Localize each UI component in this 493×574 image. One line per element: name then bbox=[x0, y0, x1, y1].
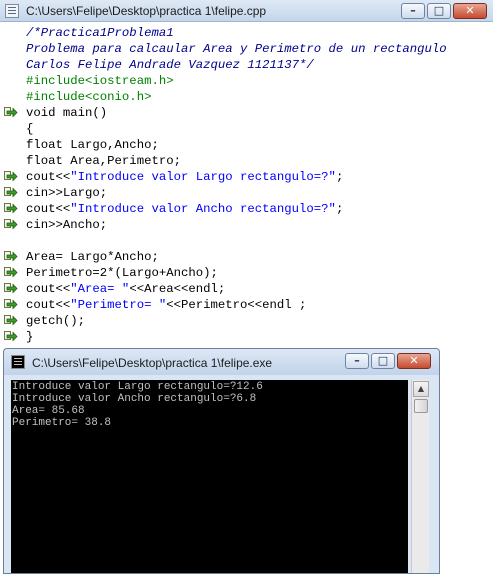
code-token: { bbox=[26, 122, 34, 136]
console-close-button[interactable]: ✕ bbox=[397, 353, 431, 369]
code-token: float Largo,Ancho; bbox=[26, 138, 159, 152]
code-token: #include<conio.h> bbox=[26, 90, 152, 104]
editor-minimize-button[interactable]: – bbox=[401, 3, 425, 19]
maximize-icon: □ bbox=[433, 4, 445, 17]
editor-window: C:\Users\Felipe\Desktop\practica 1\felip… bbox=[0, 0, 493, 348]
code-line[interactable]: cout<<"Introduce valor Ancho rectangulo=… bbox=[26, 201, 343, 217]
code-line[interactable]: { bbox=[26, 121, 33, 137]
code-line[interactable]: cin>>Ancho; bbox=[26, 217, 107, 233]
code-token: "Introduce valor Largo rectangulo=?" bbox=[70, 170, 336, 184]
console-line: Area= 85.68 bbox=[12, 405, 85, 417]
code-token: ; bbox=[335, 202, 344, 216]
code-line[interactable]: float Largo,Ancho; bbox=[26, 137, 159, 153]
code-token: "Perimetro= " bbox=[70, 298, 167, 312]
console-maximize-button[interactable]: □ bbox=[371, 353, 395, 369]
line-marker-icon[interactable] bbox=[4, 267, 18, 279]
code-token: <<Area<<endl; bbox=[129, 282, 226, 296]
code-token: Problema para calcaular Area y Perimetro… bbox=[26, 42, 447, 56]
code-line[interactable]: /*Practica1Problema1 bbox=[26, 25, 174, 41]
line-marker-icon[interactable] bbox=[4, 203, 18, 215]
editor-title: C:\Users\Felipe\Desktop\practica 1\felip… bbox=[26, 4, 267, 18]
console-window-controls: – □ ✕ bbox=[345, 353, 431, 369]
code-token: Carlos Felipe Andrade Vazquez 1121137*/ bbox=[26, 58, 314, 72]
code-line[interactable]: #include<iostream.h> bbox=[26, 73, 174, 89]
line-marker-icon[interactable] bbox=[4, 315, 18, 327]
line-marker-icon[interactable] bbox=[4, 187, 18, 199]
close-icon: ✕ bbox=[409, 354, 419, 367]
line-marker-icon[interactable] bbox=[4, 331, 18, 343]
code-token: void main() bbox=[26, 106, 108, 120]
code-line[interactable]: Perimetro=2*(Largo+Ancho); bbox=[26, 265, 218, 281]
maximize-icon: □ bbox=[377, 354, 389, 367]
code-line[interactable]: void main() bbox=[26, 105, 107, 121]
code-line[interactable]: cout<<"Introduce valor Largo rectangulo=… bbox=[26, 169, 343, 185]
code-token: cout<< bbox=[26, 282, 71, 296]
line-marker-icon[interactable] bbox=[4, 283, 18, 295]
console-line: Introduce valor Ancho rectangulo=?6.8 bbox=[12, 393, 257, 405]
code-token: float Area,Perimetro; bbox=[26, 154, 181, 168]
console-title: C:\Users\Felipe\Desktop\practica 1\felip… bbox=[32, 356, 273, 370]
code-line[interactable]: Problema para calcaular Area y Perimetro… bbox=[26, 41, 447, 57]
code-line[interactable]: getch(); bbox=[26, 313, 85, 329]
code-token: "Area= " bbox=[70, 282, 130, 296]
code-token: cout<< bbox=[26, 298, 71, 312]
code-token: "Introduce valor Ancho rectangulo=?" bbox=[70, 202, 336, 216]
code-token: #include<iostream.h> bbox=[26, 74, 174, 88]
code-line[interactable]: cin>>Largo; bbox=[26, 185, 107, 201]
console-minimize-button[interactable]: – bbox=[345, 353, 369, 369]
code-line[interactable]: } bbox=[26, 329, 33, 345]
close-icon: ✕ bbox=[465, 4, 475, 17]
console-icon bbox=[11, 355, 25, 369]
code-token: Area= Largo*Ancho; bbox=[26, 250, 159, 264]
code-token: /*Practica1Problema1 bbox=[26, 26, 174, 40]
code-line[interactable]: cout<<"Perimetro= "<<Perimetro<<endl ; bbox=[26, 297, 306, 313]
editor-window-controls: – □ ✕ bbox=[401, 3, 487, 19]
editor-gutter[interactable] bbox=[0, 23, 22, 348]
code-line[interactable]: Area= Largo*Ancho; bbox=[26, 249, 159, 265]
line-marker-icon[interactable] bbox=[4, 171, 18, 183]
code-token: getch(); bbox=[26, 314, 86, 328]
code-token: Perimetro=2*(Largo+Ancho); bbox=[26, 266, 218, 280]
line-marker-icon[interactable] bbox=[4, 299, 18, 311]
console-scrollbar[interactable]: ▲ bbox=[411, 380, 429, 573]
code-token: ; bbox=[335, 170, 344, 184]
editor-close-button[interactable]: ✕ bbox=[453, 3, 487, 19]
scroll-thumb[interactable] bbox=[414, 399, 428, 413]
code-token: <<Perimetro<<endl ; bbox=[166, 298, 307, 312]
code-line[interactable]: float Area,Perimetro; bbox=[26, 153, 181, 169]
console-titlebar[interactable]: C:\Users\Felipe\Desktop\practica 1\felip… bbox=[4, 349, 439, 375]
line-marker-icon[interactable] bbox=[4, 107, 18, 119]
editor-maximize-button[interactable]: □ bbox=[427, 3, 451, 19]
code-token: cout<< bbox=[26, 170, 71, 184]
code-line[interactable]: Carlos Felipe Andrade Vazquez 1121137*/ bbox=[26, 57, 314, 73]
console-output[interactable]: Introduce valor Largo rectangulo=?12.6 In… bbox=[11, 380, 408, 573]
document-icon bbox=[5, 4, 19, 18]
console-line: Introduce valor Largo rectangulo=?12.6 bbox=[12, 381, 263, 393]
minimize-icon: – bbox=[354, 354, 360, 367]
code-line[interactable]: #include<conio.h> bbox=[26, 89, 151, 105]
line-marker-icon[interactable] bbox=[4, 251, 18, 263]
code-line[interactable]: cout<<"Area= "<<Area<<endl; bbox=[26, 281, 225, 297]
editor-titlebar[interactable]: C:\Users\Felipe\Desktop\practica 1\felip… bbox=[0, 0, 493, 22]
code-token: cout<< bbox=[26, 202, 71, 216]
minimize-icon: – bbox=[410, 4, 416, 17]
line-marker-icon[interactable] bbox=[4, 219, 18, 231]
console-line: Perimetro= 38.8 bbox=[12, 417, 112, 429]
console-window: C:\Users\Felipe\Desktop\practica 1\felip… bbox=[3, 348, 440, 574]
code-token: cin>>Largo; bbox=[26, 186, 108, 200]
code-editor[interactable]: /*Practica1Problema1 Problema para calcau… bbox=[22, 23, 493, 348]
code-token: } bbox=[26, 330, 34, 344]
scroll-up-arrow-icon[interactable]: ▲ bbox=[413, 381, 429, 397]
code-token: cin>>Ancho; bbox=[26, 218, 108, 232]
